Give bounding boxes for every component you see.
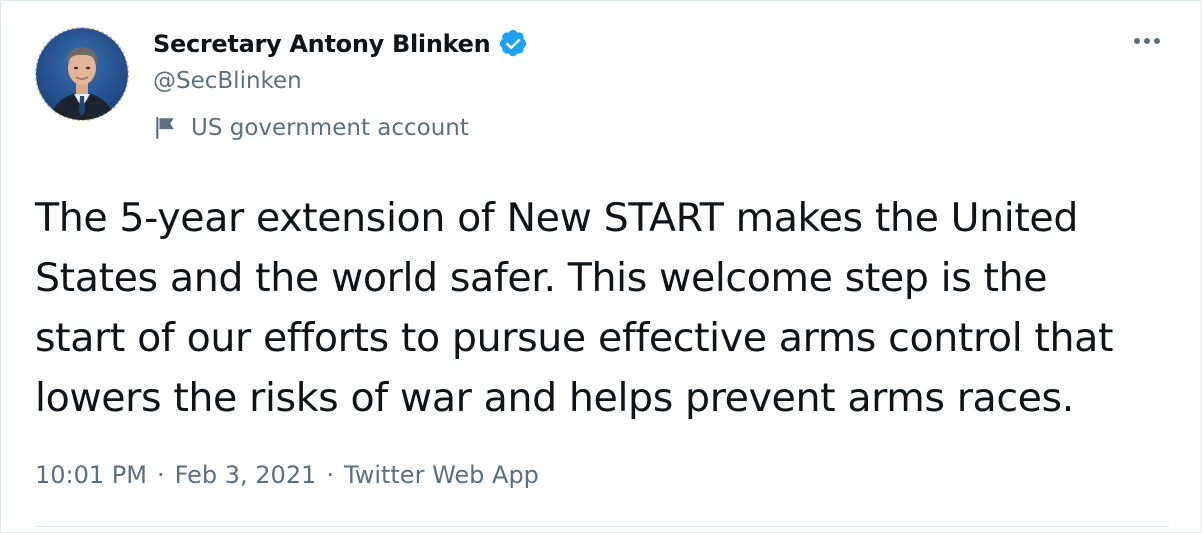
divider [35, 526, 1169, 527]
author-name-row: Secretary Antony Blinken [153, 28, 530, 60]
tweet-time[interactable]: 10:01 PM [35, 461, 147, 489]
tweet-text: The 5-year extension of New START makes … [35, 195, 1114, 421]
verified-badge-icon [498, 28, 530, 60]
more-options-button[interactable] [1127, 23, 1167, 59]
tweet-source[interactable]: Twitter Web App [344, 461, 539, 489]
author-handle[interactable]: @SecBlinken [153, 68, 302, 94]
author-avatar[interactable] [35, 27, 129, 121]
tweet-date[interactable]: Feb 3, 2021 [175, 461, 317, 489]
author-display-name[interactable]: Secretary Antony Blinken [153, 30, 491, 58]
tweet-metadata: 10:01 PM · Feb 3, 2021 · Twitter Web App [35, 461, 539, 489]
government-account-text: US government account [191, 115, 469, 141]
flag-icon [153, 115, 179, 141]
more-options-icon [1134, 38, 1160, 44]
government-account-label: US government account [153, 115, 469, 141]
meta-separator: · [326, 461, 334, 489]
meta-separator: · [156, 461, 165, 489]
tweet-card: Secretary Antony Blinken @SecBlinken US … [0, 0, 1202, 533]
avatar-portrait-icon [36, 28, 128, 120]
